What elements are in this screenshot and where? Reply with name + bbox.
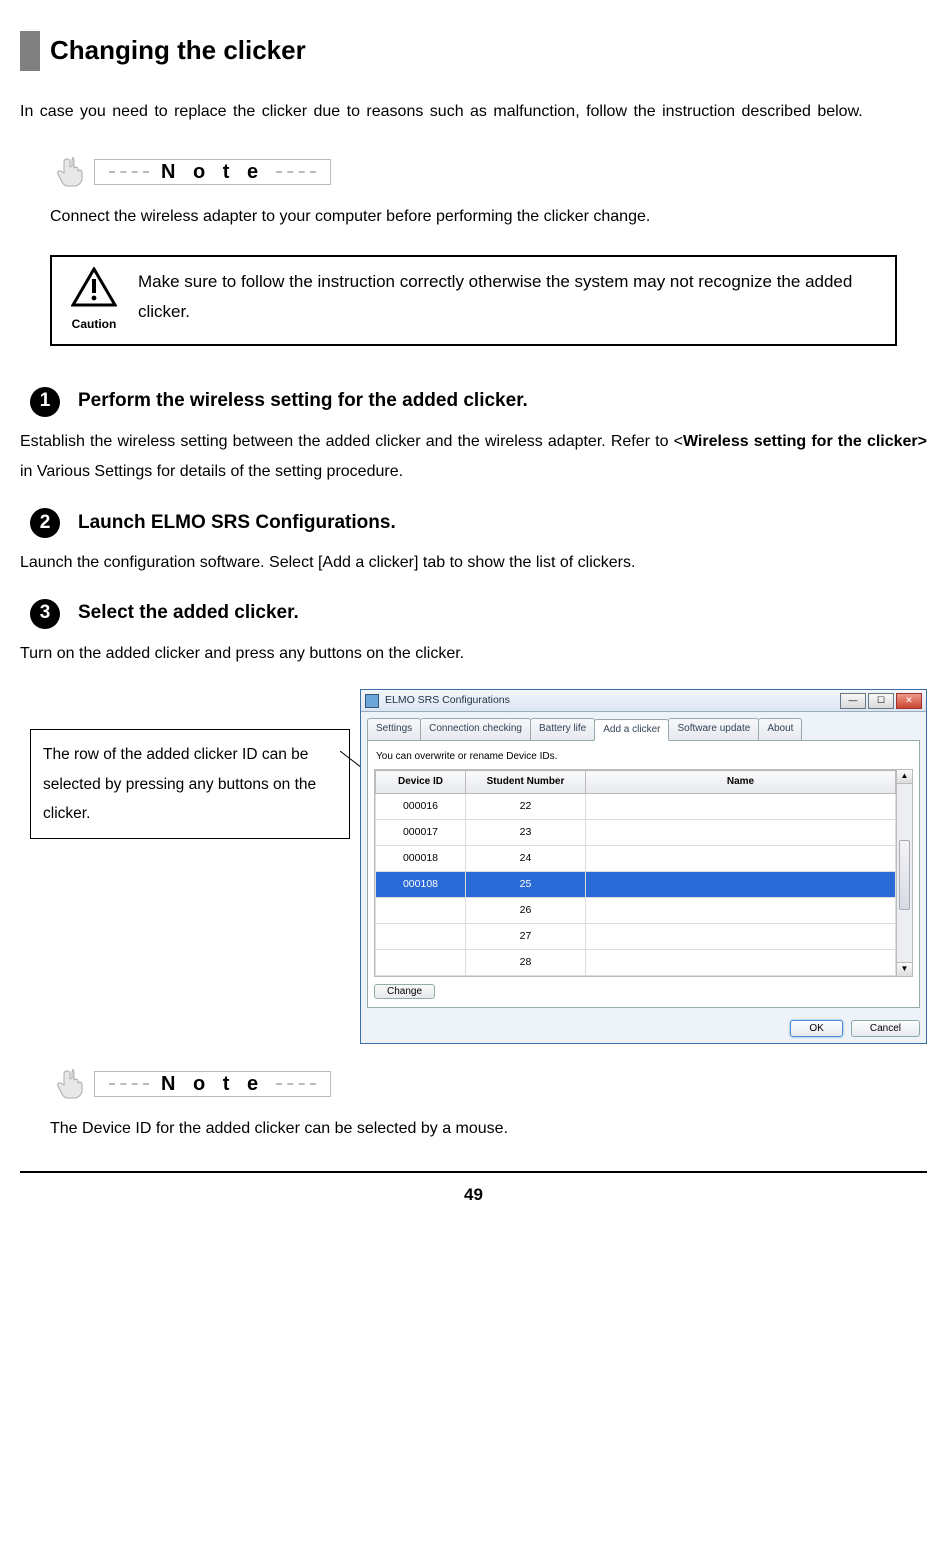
cell-student-number[interactable]: 26 xyxy=(466,898,586,924)
minimize-button[interactable]: — xyxy=(840,693,866,709)
footer-rule xyxy=(20,1171,927,1173)
table-row[interactable]: 27 xyxy=(376,924,896,950)
step-3-title: Select the added clicker. xyxy=(78,598,299,628)
cell-device-id[interactable]: 000017 xyxy=(376,820,466,846)
hand-icon xyxy=(50,1064,90,1104)
ok-button[interactable]: OK xyxy=(790,1020,842,1037)
table-row[interactable]: 00010825 xyxy=(376,872,896,898)
step-3-body: Turn on the added clicker and press any … xyxy=(20,639,927,669)
change-button[interactable]: Change xyxy=(374,984,435,999)
step-number-3: 3 xyxy=(30,599,60,629)
step-3-heading: 3 Select the added clicker. xyxy=(30,598,927,628)
scroll-thumb[interactable] xyxy=(899,840,910,910)
step-2-body: Launch the configuration software. Selec… xyxy=(20,548,927,578)
caution-label: Caution xyxy=(72,315,117,334)
step-1-body-post: in Various Settings for details of the s… xyxy=(20,463,403,480)
cell-device-id[interactable]: 000018 xyxy=(376,846,466,872)
tab-settings[interactable]: Settings xyxy=(367,718,421,740)
clicker-table[interactable]: Device ID Student Number Name 0000162200… xyxy=(375,770,896,976)
cell-student-number[interactable]: 25 xyxy=(466,872,586,898)
intro-paragraph: In case you need to replace the clicker … xyxy=(20,97,927,127)
cell-device-id[interactable] xyxy=(376,950,466,976)
maximize-button[interactable]: ☐ xyxy=(868,693,894,709)
screenshot-area: The row of the added clicker ID can be s… xyxy=(20,689,927,1044)
hand-icon xyxy=(50,152,90,192)
page-number: 49 xyxy=(20,1181,927,1208)
step-2-title: Launch ELMO SRS Configurations. xyxy=(78,508,396,538)
table-row[interactable]: 26 xyxy=(376,898,896,924)
step-2-heading: 2 Launch ELMO SRS Configurations. xyxy=(30,508,927,538)
step-1-body: Establish the wireless setting between t… xyxy=(20,427,927,488)
close-button[interactable]: ✕ xyxy=(896,693,922,709)
tab-connection-checking[interactable]: Connection checking xyxy=(420,718,531,740)
cell-name[interactable] xyxy=(586,950,896,976)
tabs-row: Settings Connection checking Battery lif… xyxy=(361,712,926,740)
cell-device-id[interactable]: 000108 xyxy=(376,872,466,898)
note-strip: N o t e xyxy=(94,159,331,185)
cell-student-number[interactable]: 28 xyxy=(466,950,586,976)
cell-student-number[interactable]: 24 xyxy=(466,846,586,872)
caution-box: Caution Make sure to follow the instruct… xyxy=(50,255,897,347)
table-row[interactable]: 00001622 xyxy=(376,794,896,820)
table-row[interactable]: 00001723 xyxy=(376,820,896,846)
note-strip: N o t e xyxy=(94,1071,331,1097)
note-word: N o t e xyxy=(155,156,270,188)
callout-box: The row of the added clicker ID can be s… xyxy=(30,729,350,839)
step-1-ref-link: Wireless setting for the clicker> xyxy=(683,433,927,450)
section-heading: Changing the clicker xyxy=(20,30,927,72)
tab-content: You can overwrite or rename Device IDs. … xyxy=(367,740,920,1008)
note2-text: The Device ID for the added clicker can … xyxy=(50,1116,927,1142)
app-icon xyxy=(365,694,379,708)
cell-name[interactable] xyxy=(586,924,896,950)
cell-name[interactable] xyxy=(586,820,896,846)
note-label: N o t e xyxy=(50,152,927,192)
cell-name[interactable] xyxy=(586,794,896,820)
tab-about[interactable]: About xyxy=(758,718,802,740)
col-student-number[interactable]: Student Number xyxy=(466,771,586,794)
caution-text: Make sure to follow the instruction corr… xyxy=(138,267,881,328)
cell-name[interactable] xyxy=(586,872,896,898)
app-window: ELMO SRS Configurations — ☐ ✕ Settings C… xyxy=(360,689,927,1044)
cell-name[interactable] xyxy=(586,898,896,924)
step-1-heading: 1 Perform the wireless setting for the a… xyxy=(30,386,927,416)
cell-device-id[interactable] xyxy=(376,898,466,924)
table-row[interactable]: 00001824 xyxy=(376,846,896,872)
tab-battery-life[interactable]: Battery life xyxy=(530,718,595,740)
step-1-title: Perform the wireless setting for the add… xyxy=(78,386,528,416)
tab-software-update[interactable]: Software update xyxy=(668,718,759,740)
col-device-id[interactable]: Device ID xyxy=(376,771,466,794)
window-titlebar[interactable]: ELMO SRS Configurations — ☐ ✕ xyxy=(361,690,926,712)
step-number-2: 2 xyxy=(30,508,60,538)
scroll-down-button[interactable]: ▼ xyxy=(897,962,912,976)
step-number-1: 1 xyxy=(30,387,60,417)
note-label-2: N o t e xyxy=(50,1064,927,1104)
step-1-body-pre: Establish the wireless setting between t… xyxy=(20,433,683,450)
cell-student-number[interactable]: 22 xyxy=(466,794,586,820)
cell-name[interactable] xyxy=(586,846,896,872)
col-name[interactable]: Name xyxy=(586,771,896,794)
cancel-button[interactable]: Cancel xyxy=(851,1020,920,1037)
cell-student-number[interactable]: 23 xyxy=(466,820,586,846)
note-word: N o t e xyxy=(155,1068,270,1100)
scroll-up-button[interactable]: ▲ xyxy=(897,770,912,784)
heading-title: Changing the clicker xyxy=(50,30,306,72)
scrollbar[interactable]: ▲ ▼ xyxy=(896,770,912,976)
tab-add-a-clicker[interactable]: Add a clicker xyxy=(594,719,669,741)
cell-student-number[interactable]: 27 xyxy=(466,924,586,950)
cell-device-id[interactable]: 000016 xyxy=(376,794,466,820)
note1-text: Connect the wireless adapter to your com… xyxy=(50,204,927,230)
table-row[interactable]: 28 xyxy=(376,950,896,976)
heading-marker xyxy=(20,31,40,71)
caution-icon xyxy=(71,267,117,316)
cell-device-id[interactable] xyxy=(376,924,466,950)
tab-instruction: You can overwrite or rename Device IDs. xyxy=(376,749,913,765)
window-title: ELMO SRS Configurations xyxy=(385,692,840,709)
